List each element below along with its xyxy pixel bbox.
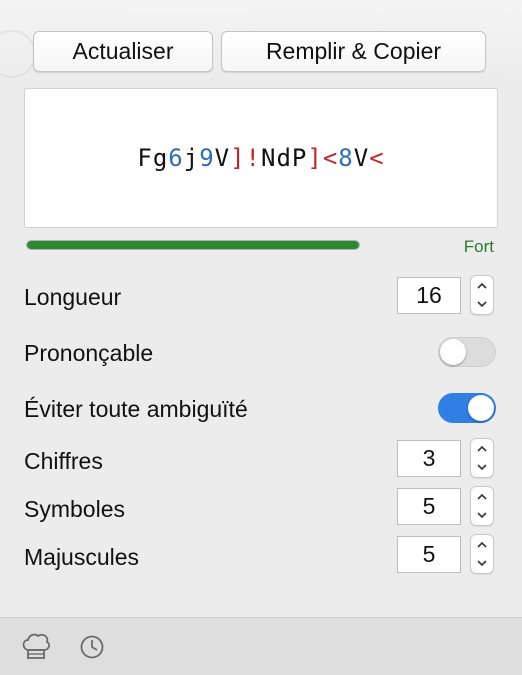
password-char-symbol: ] bbox=[230, 144, 246, 172]
uppercase-field[interactable]: 5 bbox=[397, 536, 461, 573]
length-field[interactable]: 16 bbox=[397, 277, 461, 314]
password-char-letter: F bbox=[137, 144, 153, 172]
password-char-letter: j bbox=[183, 144, 200, 172]
pronounceable-label: Prononçable bbox=[24, 340, 154, 366]
strength-label: Fort bbox=[463, 237, 494, 256]
digits-field[interactable]: 3 bbox=[397, 440, 461, 477]
password-char-letter: V bbox=[214, 144, 231, 172]
refresh-button[interactable]: Actualiser bbox=[33, 31, 213, 72]
length-label: Longueur bbox=[24, 284, 122, 310]
length-stepper[interactable] bbox=[470, 275, 494, 315]
chevron-down-icon[interactable] bbox=[471, 458, 493, 477]
password-char-letter: d bbox=[276, 144, 292, 172]
chevron-up-icon[interactable] bbox=[471, 487, 493, 506]
password-char-letter: V bbox=[353, 144, 370, 172]
clock-icon[interactable] bbox=[79, 634, 105, 665]
avoid-ambiguity-toggle[interactable] bbox=[438, 393, 496, 423]
symbols-field[interactable]: 5 bbox=[397, 488, 461, 525]
avoid-ambiguity-label: Éviter toute ambiguïté bbox=[24, 396, 248, 422]
password-char-letter: N bbox=[261, 144, 277, 172]
chef-hat-icon[interactable] bbox=[20, 632, 52, 667]
password-char-symbol: < bbox=[322, 144, 339, 172]
password-char-digit: 6 bbox=[168, 144, 184, 172]
generated-password: Fg6j9V]!NdP]<8V< bbox=[137, 144, 384, 172]
password-char-digit: 8 bbox=[338, 144, 354, 172]
password-char-symbol: ] bbox=[307, 144, 323, 172]
uppercase-stepper[interactable] bbox=[470, 534, 494, 574]
chevron-down-icon[interactable] bbox=[471, 506, 493, 525]
uppercase-label: Majuscules bbox=[24, 544, 140, 570]
password-char-letter: P bbox=[291, 144, 308, 172]
password-char-symbol: < bbox=[369, 144, 385, 172]
digits-label: Chiffres bbox=[24, 448, 103, 474]
fill-and-copy-button[interactable]: Remplir & Copier bbox=[221, 31, 486, 72]
footer-bar bbox=[0, 617, 522, 675]
digits-stepper[interactable] bbox=[470, 438, 494, 478]
password-char-digit: 9 bbox=[199, 144, 215, 172]
symbols-stepper[interactable] bbox=[470, 486, 494, 526]
strength-meter bbox=[26, 240, 360, 250]
toggle-knob bbox=[468, 395, 494, 421]
password-char-letter: g bbox=[152, 144, 169, 172]
toggle-knob bbox=[440, 339, 466, 365]
password-display[interactable]: Fg6j9V]!NdP]<8V< bbox=[24, 88, 498, 228]
symbols-label: Symboles bbox=[24, 496, 125, 522]
chevron-up-icon[interactable] bbox=[471, 439, 493, 458]
chevron-down-icon[interactable] bbox=[471, 295, 493, 314]
pronounceable-toggle[interactable] bbox=[438, 337, 496, 367]
chevron-up-icon[interactable] bbox=[471, 276, 493, 295]
password-char-symbol: ! bbox=[245, 144, 261, 172]
strength-meter-fill bbox=[27, 241, 359, 249]
chevron-up-icon[interactable] bbox=[471, 535, 493, 554]
chevron-down-icon[interactable] bbox=[471, 554, 493, 573]
